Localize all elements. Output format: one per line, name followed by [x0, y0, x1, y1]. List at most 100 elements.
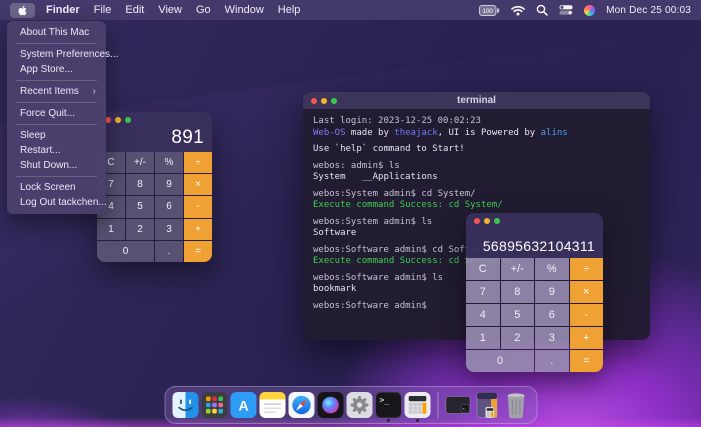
- apple-menu-item-system-preferences[interactable]: System Preferences...: [7, 47, 106, 62]
- calc-key-6[interactable]: 6: [535, 304, 569, 326]
- dock-item-system-preferences[interactable]: [346, 388, 373, 422]
- calc-key-multiply[interactable]: ×: [570, 281, 604, 303]
- apple-menu-item-sleep[interactable]: Sleep: [7, 128, 106, 143]
- control-center-icon[interactable]: [559, 5, 573, 15]
- dock-item-notes[interactable]: [259, 388, 286, 422]
- menu-item-label: Recent Items: [20, 86, 79, 97]
- calculator-keypad: C+/-%÷ 789× 456- 123+0.=: [466, 258, 603, 372]
- calc-key-negate[interactable]: +/-: [501, 258, 535, 280]
- siri-icon: [318, 392, 344, 418]
- running-indicator: [416, 419, 419, 422]
- finder-icon: [173, 392, 199, 418]
- menu-bar-clock[interactable]: Mon Dec 25 00:03: [606, 5, 691, 16]
- wifi-icon[interactable]: [511, 5, 525, 16]
- calc-key-4[interactable]: 4: [466, 304, 500, 326]
- dock-item-app-store[interactable]: A: [230, 388, 257, 422]
- apple-menu-item-shut-down[interactable]: Shut Down...: [7, 158, 106, 173]
- svg-text:A: A: [238, 398, 248, 414]
- apple-menu-item-about-this-mac[interactable]: About This Mac: [7, 25, 106, 40]
- gear-icon: [347, 392, 373, 418]
- zoom-button[interactable]: [125, 117, 131, 123]
- menu-divider: [16, 43, 97, 44]
- desktop: FinderFileEditViewGoWindowHelp 100: [0, 0, 701, 427]
- calculator-window-small[interactable]: 891 C+/-%÷789×456-123+0.=: [97, 112, 212, 262]
- calc-key-6[interactable]: 6: [155, 196, 183, 217]
- dock-item-trash[interactable]: [502, 388, 529, 422]
- apple-menu-item-force-quit[interactable]: Force Quit...: [7, 106, 106, 121]
- apple-menu-item-restart[interactable]: Restart...: [7, 143, 106, 158]
- dock-item-terminal[interactable]: >_: [375, 388, 402, 422]
- menu-bar-status: 100 Mon Dec 25 00:03: [479, 4, 691, 16]
- calc-key-plus[interactable]: +: [570, 327, 604, 349]
- calc-key-2[interactable]: 2: [126, 219, 154, 240]
- menubar-item-finder[interactable]: Finder: [39, 4, 87, 16]
- calc-key-negate[interactable]: +/-: [126, 152, 154, 173]
- calc-key-5[interactable]: 5: [126, 196, 154, 217]
- menu-divider: [16, 102, 97, 103]
- apple-menu-item-recent-items[interactable]: Recent Items›: [7, 84, 106, 99]
- siri-icon[interactable]: [584, 5, 595, 16]
- apple-menu-button[interactable]: [10, 3, 35, 18]
- calculator-titlebar[interactable]: 891: [97, 112, 212, 152]
- calc-key-minus[interactable]: -: [184, 196, 212, 217]
- calc-key-divide[interactable]: ÷: [184, 152, 212, 173]
- zoom-button[interactable]: [494, 218, 500, 224]
- calc-key-3[interactable]: 3: [535, 327, 569, 349]
- calc-key-8[interactable]: 8: [126, 174, 154, 195]
- calc-key-7[interactable]: 7: [466, 281, 500, 303]
- dock: A: [164, 386, 537, 424]
- calc-key-equals[interactable]: =: [570, 350, 604, 372]
- calc-key-multiply[interactable]: ×: [184, 174, 212, 195]
- calc-key-2[interactable]: 2: [501, 327, 535, 349]
- dock-item-siri[interactable]: [317, 388, 344, 422]
- calc-key-9[interactable]: 9: [155, 174, 183, 195]
- menubar-item-window[interactable]: Window: [218, 4, 271, 16]
- calc-key-9[interactable]: 9: [535, 281, 569, 303]
- apple-menu-item-log-out-tackchen[interactable]: Log Out tackchen...: [7, 195, 106, 210]
- calc-key-1[interactable]: 1: [97, 219, 125, 240]
- close-button[interactable]: [474, 218, 480, 224]
- search-icon[interactable]: [536, 4, 548, 16]
- calc-key-8[interactable]: 8: [501, 281, 535, 303]
- apple-menu-item-app-store[interactable]: App Store...: [7, 62, 106, 77]
- dock-item-minimized-terminal[interactable]: >_: [444, 388, 471, 422]
- menubar-item-go[interactable]: Go: [189, 4, 218, 16]
- dock-item-calculator[interactable]: [404, 388, 431, 422]
- calc-key-3[interactable]: 3: [155, 219, 183, 240]
- calc-key-percent[interactable]: %: [155, 152, 183, 173]
- svg-text:>_: >_: [380, 396, 390, 405]
- terminal-line: Web-OS made by theajack, UI is Powered b…: [313, 128, 640, 140]
- calc-key-1[interactable]: 1: [466, 327, 500, 349]
- minimize-button[interactable]: [484, 218, 490, 224]
- dock-item-finder[interactable]: [172, 388, 199, 422]
- menu-divider: [16, 124, 97, 125]
- calc-key-divide[interactable]: ÷: [570, 258, 604, 280]
- calc-key-dot[interactable]: .: [535, 350, 569, 372]
- menubar-item-view[interactable]: View: [151, 4, 189, 16]
- dock-item-minimized-calculator[interactable]: [473, 388, 500, 422]
- terminal-line: webos: admin$ ls: [313, 161, 640, 173]
- calc-key-0[interactable]: 0: [97, 241, 154, 262]
- menubar-item-edit[interactable]: Edit: [118, 4, 151, 16]
- terminal-titlebar[interactable]: terminal: [303, 92, 650, 109]
- calculator-titlebar[interactable]: 56895632104311: [466, 213, 603, 258]
- minimize-button[interactable]: [115, 117, 121, 123]
- dock-item-launchpad[interactable]: [201, 388, 228, 422]
- calc-key-5[interactable]: 5: [501, 304, 535, 326]
- calc-key-equals[interactable]: =: [184, 241, 212, 262]
- calc-key-dot[interactable]: .: [155, 241, 183, 262]
- calc-key-percent[interactable]: %: [535, 258, 569, 280]
- apple-menu-item-lock-screen[interactable]: Lock Screen: [7, 180, 106, 195]
- menu-divider: [16, 80, 97, 81]
- menu-bar: FinderFileEditViewGoWindowHelp 100: [0, 0, 701, 20]
- app-store-icon: A: [231, 392, 257, 418]
- calculator-window-large[interactable]: 56895632104311 C+/-%÷ 789× 456- 123+0.=: [466, 213, 603, 372]
- dock-item-safari[interactable]: [288, 388, 315, 422]
- menubar-item-file[interactable]: File: [87, 4, 119, 16]
- menubar-item-help[interactable]: Help: [271, 4, 308, 16]
- calc-key-minus[interactable]: -: [570, 304, 604, 326]
- calc-key-0[interactable]: 0: [466, 350, 534, 372]
- calc-key-plus[interactable]: +: [184, 219, 212, 240]
- battery-icon[interactable]: 100: [479, 5, 500, 16]
- calc-key-clear[interactable]: C: [466, 258, 500, 280]
